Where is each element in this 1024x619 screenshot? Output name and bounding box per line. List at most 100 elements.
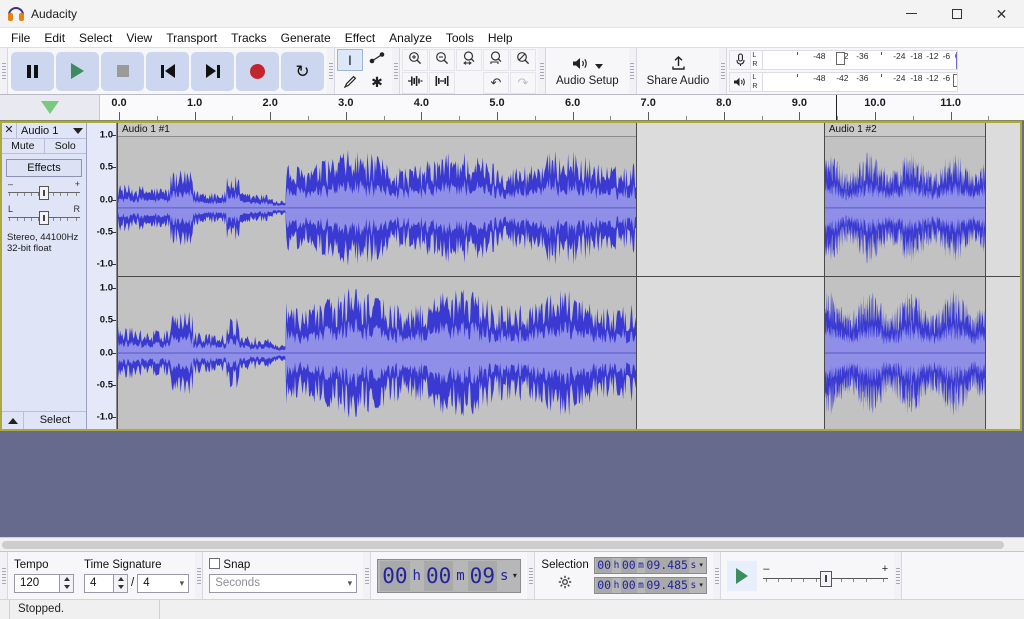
menu-file[interactable]: File	[4, 29, 37, 47]
waveform-display[interactable]: Audio 1 #1 Audio 1 #2	[117, 123, 1020, 429]
time-toolbar-grabber[interactable]	[363, 552, 372, 599]
track-panel-area[interactable]: ✕ Audio 1 Mute Solo Effects – + L R Ster…	[0, 121, 1024, 551]
clip-audio-1-2-right[interactable]	[823, 277, 987, 429]
tools-toolbar-grabber[interactable]	[327, 48, 335, 94]
speed-slider-thumb[interactable]	[819, 570, 832, 587]
silence-audio-selection-button[interactable]	[429, 71, 455, 94]
pause-button[interactable]	[11, 51, 54, 91]
menu-tracks[interactable]: Tracks	[224, 29, 274, 47]
track-control-panel[interactable]: ✕ Audio 1 Mute Solo Effects – + L R Ster…	[2, 123, 87, 429]
redo-button[interactable]: ↷	[510, 71, 536, 94]
zoom-toggle-button[interactable]	[510, 48, 536, 71]
track-name-label[interactable]: Audio 1	[17, 125, 70, 137]
menu-transport[interactable]: Transport	[159, 29, 224, 47]
zoom-out-button[interactable]	[429, 48, 455, 71]
horizontal-scrollbar-thumb[interactable]	[2, 541, 1004, 549]
tempo-down[interactable]	[60, 583, 73, 592]
selection-toolbar-grabber[interactable]	[527, 552, 536, 599]
tempo-up[interactable]	[60, 575, 73, 584]
trim-audio-outside-selection-button[interactable]	[402, 71, 428, 94]
snap-unit-select[interactable]: Seconds ▾	[209, 574, 358, 593]
audio-track[interactable]: ✕ Audio 1 Mute Solo Effects – + L R Ster…	[0, 121, 1022, 431]
mute-button[interactable]: Mute	[2, 139, 45, 153]
waveform-channel-right[interactable]	[117, 276, 1020, 429]
close-track-button[interactable]: ✕	[2, 123, 17, 138]
snap-checkbox-row[interactable]: Snap	[209, 558, 357, 571]
meter-toolbar-grabber[interactable]	[719, 48, 728, 94]
bottom-dock-end-grabber[interactable]	[894, 552, 903, 599]
play-at-speed-button[interactable]	[727, 560, 758, 591]
selection-tool[interactable]: I	[337, 48, 363, 71]
snap-checkbox[interactable]	[209, 558, 221, 569]
pinned-play-head-button[interactable]	[0, 95, 100, 120]
ts-up[interactable]	[114, 575, 127, 584]
undo-button[interactable]: ↶	[483, 71, 509, 94]
playback-speed-slider[interactable]: – +	[763, 563, 889, 587]
time-signature-lower-select[interactable]: 4 ▾	[137, 573, 190, 593]
edit-toolbar-grabber[interactable]	[392, 48, 400, 94]
time-signature-upper-input[interactable]: 4	[84, 573, 114, 593]
vertical-ruler[interactable]: 1.0 0.5 0.0 -0.5 -1.0 1.0 0.5 0.0 -0.5 -1.0	[87, 123, 117, 429]
skip-to-start-button[interactable]	[146, 51, 189, 91]
envelope-tool[interactable]	[364, 48, 390, 71]
playback-meter[interactable]: L R -48 -42 -36 -24 -18 -12 -6 0	[729, 72, 959, 92]
collapse-track-button[interactable]	[2, 412, 24, 429]
draw-tool[interactable]	[337, 71, 363, 94]
recording-meter[interactable]: L R -48 -42 -36 -24 -18 -12 -6 0	[729, 50, 959, 70]
track-menu-button[interactable]	[70, 127, 86, 134]
share-audio-button[interactable]: Share Audio	[639, 50, 718, 93]
zoom-in-button[interactable]	[402, 48, 428, 71]
snapping-toolbar-grabber[interactable]	[195, 552, 204, 599]
waveform-channel-left[interactable]: Audio 1 #1 Audio 1 #2	[117, 123, 1020, 276]
pan-slider-thumb[interactable]	[39, 211, 49, 225]
audio-setup-button[interactable]: Audio Setup	[548, 50, 627, 93]
menu-select[interactable]: Select	[72, 29, 119, 47]
tempo-input[interactable]: 120	[14, 573, 60, 593]
pan-slider[interactable]: L R	[8, 205, 80, 228]
horizontal-scrollbar[interactable]	[0, 537, 1024, 551]
menu-edit[interactable]: Edit	[37, 29, 72, 47]
chevron-down-icon[interactable]: ▾	[697, 558, 705, 573]
stop-button[interactable]	[101, 51, 144, 91]
effects-button[interactable]: Effects	[6, 159, 82, 177]
multi-tool[interactable]: ✱	[364, 71, 390, 94]
ts-down[interactable]	[114, 583, 127, 592]
menu-analyze[interactable]: Analyze	[382, 29, 439, 47]
audio-position-field[interactable]: 00 h 00 m 09 s ▾	[377, 558, 522, 593]
time-signature-upper-stepper[interactable]	[114, 573, 128, 593]
menu-help[interactable]: Help	[481, 29, 520, 47]
fit-selection-button[interactable]	[456, 48, 482, 71]
clip-audio-1-2[interactable]: Audio 1 #2	[823, 123, 987, 276]
play-button[interactable]	[56, 51, 99, 91]
tempo-stepper[interactable]	[60, 573, 74, 593]
menu-tools[interactable]: Tools	[439, 29, 481, 47]
clip-audio-1-1-right[interactable]	[117, 277, 638, 429]
gain-slider-thumb[interactable]	[39, 186, 49, 200]
solo-button[interactable]: Solo	[44, 139, 86, 153]
timeline-scale[interactable]: 0.0 1.0 2.0 3.0 4.0 5.0 6.0 7.0 8.0 9.0 10.0 11.0	[100, 95, 1024, 120]
menu-generate[interactable]: Generate	[274, 29, 338, 47]
menu-view[interactable]: View	[119, 29, 159, 47]
minimize-button[interactable]	[889, 0, 934, 28]
skip-to-end-button[interactable]	[191, 51, 234, 91]
gain-slider[interactable]: – +	[8, 180, 80, 203]
close-button[interactable]: ✕	[979, 0, 1024, 28]
play-at-speed-toolbar-grabber[interactable]	[713, 552, 722, 599]
clip-audio-1-1[interactable]: Audio 1 #1	[117, 123, 638, 276]
fit-project-button[interactable]	[483, 48, 509, 71]
selection-end-field[interactable]: 00 h 00 m 09.485 s ▾	[593, 577, 708, 594]
selection-start-field[interactable]: 00 h 00 m 09.485 s ▾	[593, 557, 708, 574]
gear-icon[interactable]	[558, 575, 572, 592]
record-button[interactable]	[236, 51, 279, 91]
timeline-ruler[interactable]: 0.0 1.0 2.0 3.0 4.0 5.0 6.0 7.0 8.0 9.0 10.0 11.0	[0, 95, 1024, 121]
maximize-button[interactable]	[934, 0, 979, 28]
audio-setup-toolbar-grabber[interactable]	[538, 48, 546, 94]
chevron-down-icon[interactable]: ▾	[510, 571, 519, 580]
transport-toolbar-grabber[interactable]	[0, 48, 8, 94]
time-signature-toolbar-grabber[interactable]	[0, 552, 8, 599]
loop-button[interactable]: ↻	[281, 51, 324, 91]
share-audio-toolbar-grabber[interactable]	[628, 48, 637, 94]
menu-effect[interactable]: Effect	[338, 29, 382, 47]
select-track-button[interactable]: Select	[24, 412, 86, 429]
chevron-down-icon[interactable]: ▾	[697, 578, 705, 593]
